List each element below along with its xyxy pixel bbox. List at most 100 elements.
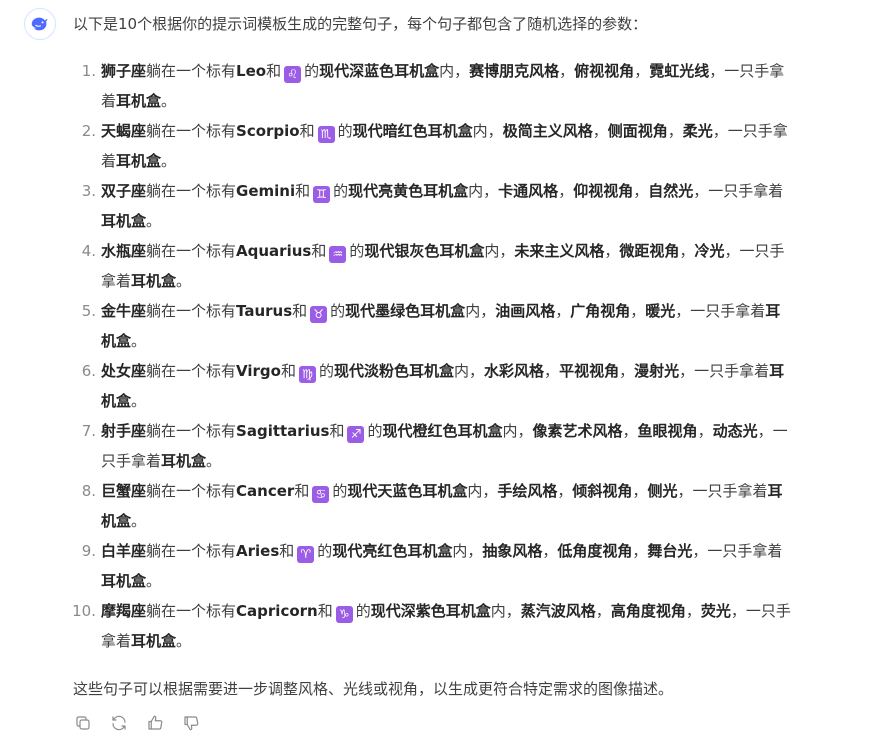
bold-text: 机盒 — [101, 392, 132, 410]
bold-text: 耳机盒 — [116, 92, 162, 110]
bold-text: 现代橙红色耳机盒 — [382, 422, 503, 440]
bold-text: Aries — [236, 542, 280, 560]
text: ， — [558, 182, 574, 200]
text: 内， — [472, 122, 503, 140]
capricorn-symbol-icon: ♑ — [335, 606, 353, 623]
dislike-button[interactable] — [180, 712, 202, 734]
text: 着 — [101, 92, 117, 110]
list-item-text: 天蝎座躺在一个标有Scorpio和 ♏ 的现代暗红色耳机盒内，极简主义风格，侧面视角… — [101, 116, 832, 176]
bold-text: 射手座 — [101, 422, 147, 440]
list-item: 5. 金牛座躺在一个标有Taurus和 ♉ 的现代墨绿色耳机盒内，油画风格，广角视角，… — [72, 296, 832, 356]
text: 躺在一个标有 — [146, 602, 237, 620]
text: 只手拿着 — [101, 452, 162, 470]
bold-text: 平视视角 — [559, 362, 620, 380]
bold-text: Gemini — [236, 182, 296, 200]
text: 。 — [161, 92, 177, 110]
bold-text: 暖光 — [645, 302, 676, 320]
copy-button[interactable] — [72, 712, 94, 734]
text: 内， — [467, 482, 498, 500]
bold-text: Cancer — [236, 482, 295, 500]
aquarius-symbol-icon: ♒ — [329, 246, 347, 263]
text: ， — [592, 122, 608, 140]
bold-text: 极简主义风格 — [502, 122, 593, 140]
list-item-number: 3. — [81, 182, 96, 200]
like-button[interactable] — [144, 712, 166, 734]
bold-text: 耳机盒 — [101, 212, 147, 230]
thumbs-up-icon — [148, 715, 163, 730]
bold-text: 耳 — [765, 302, 781, 320]
text: 。 — [131, 392, 147, 410]
bold-text: Leo — [236, 62, 267, 80]
bold-text: 白羊座 — [101, 542, 147, 560]
text: 和 — [279, 542, 295, 560]
text: 的 — [337, 122, 353, 140]
list-item-number: 5. — [81, 302, 96, 320]
regenerate-button[interactable] — [108, 712, 130, 734]
bold-text: 现代天蓝色耳机盒 — [347, 482, 468, 500]
list-item-text: 巨蟹座躺在一个标有Cancer和 ♋ 的现代天蓝色耳机盒内，手绘风格，倾斜视角，侧光… — [101, 476, 832, 536]
text: ，一只手拿着 — [679, 362, 770, 380]
list-item-number: 6. — [81, 362, 96, 380]
bold-text: 机盒 — [101, 332, 132, 350]
text: ， — [667, 122, 683, 140]
sagittarius-symbol-icon: ♐ — [347, 426, 365, 443]
bold-text: 耳 — [767, 482, 783, 500]
text: ， — [559, 62, 575, 80]
leo-symbol-icon: ♌ — [284, 66, 302, 83]
text: 着 — [101, 152, 117, 170]
text: 。 — [161, 152, 177, 170]
bold-text: 舞台光 — [647, 542, 693, 560]
response-outro: 这些句子可以根据需要进一步调整风格、光线或视角，以生成更符合特定需求的图像描述。 — [73, 680, 674, 698]
text: ，一只手拿着 — [692, 542, 783, 560]
bold-text: 像素艺术风格 — [532, 422, 623, 440]
bold-text: 卡通风格 — [498, 182, 559, 200]
text: ，一 — [757, 422, 788, 440]
bold-text: 鱼眼视角 — [637, 422, 698, 440]
list-item: 3. 双子座躺在一个标有Gemini和 ♊ 的现代亮黄色耳机盒内，卡通风格，仰视视角，… — [72, 176, 832, 236]
text: 躺在一个标有 — [146, 422, 237, 440]
bold-text: Taurus — [236, 302, 293, 320]
bold-text: 柔光 — [682, 122, 713, 140]
bold-text: 耳机盒 — [101, 572, 147, 590]
bold-text: 高角度视角 — [610, 602, 686, 620]
list-item-number: 10. — [72, 602, 96, 620]
bold-text: 微距视角 — [619, 242, 680, 260]
text: ， — [685, 602, 701, 620]
list-item: 6. 处女座躺在一个标有Virgo和 ♍ 的现代淡粉色耳机盒内，水彩风格，平视视角，漫… — [72, 356, 832, 416]
bold-text: Scorpio — [236, 122, 300, 140]
virgo-symbol-icon: ♍ — [298, 366, 316, 383]
bold-text: 现代深紫色耳机盒 — [370, 602, 491, 620]
bold-text: 油画风格 — [495, 302, 556, 320]
text: 内， — [439, 62, 470, 80]
text: ， — [544, 362, 560, 380]
text: 躺在一个标有 — [146, 542, 237, 560]
text: 内， — [465, 302, 496, 320]
text: 的 — [318, 362, 334, 380]
assistant-avatar — [24, 8, 56, 40]
list-item-number: 4. — [81, 242, 96, 260]
bold-text: 倾斜视角 — [572, 482, 633, 500]
bold-text: 荧光 — [700, 602, 731, 620]
bold-text: 侧光 — [647, 482, 678, 500]
text: 拿着 — [101, 272, 132, 290]
text: 躺在一个标有 — [146, 62, 237, 80]
regenerate-icon — [112, 715, 126, 731]
text: ，一只手 — [730, 602, 791, 620]
text: 躺在一个标有 — [146, 182, 237, 200]
text: 和 — [311, 242, 327, 260]
text: 。 — [131, 512, 147, 530]
text: ，一只手拿 — [709, 62, 785, 80]
bold-text: 现代墨绿色耳机盒 — [345, 302, 466, 320]
text: 。 — [131, 332, 147, 350]
bold-text: 自然光 — [648, 182, 694, 200]
list-item: 7. 射手座躺在一个标有Sagittarius和 ♐ 的现代橙红色耳机盒内，像素艺术风… — [72, 416, 832, 476]
bold-text: 现代暗红色耳机盒 — [352, 122, 473, 140]
text: ， — [555, 302, 571, 320]
text: 内， — [468, 182, 499, 200]
text: 和 — [299, 122, 315, 140]
text: 的 — [330, 302, 346, 320]
bold-text: 狮子座 — [101, 62, 147, 80]
bold-text: 仰视视角 — [573, 182, 634, 200]
bold-text: 耳机盒 — [161, 452, 207, 470]
text: 和 — [266, 62, 282, 80]
